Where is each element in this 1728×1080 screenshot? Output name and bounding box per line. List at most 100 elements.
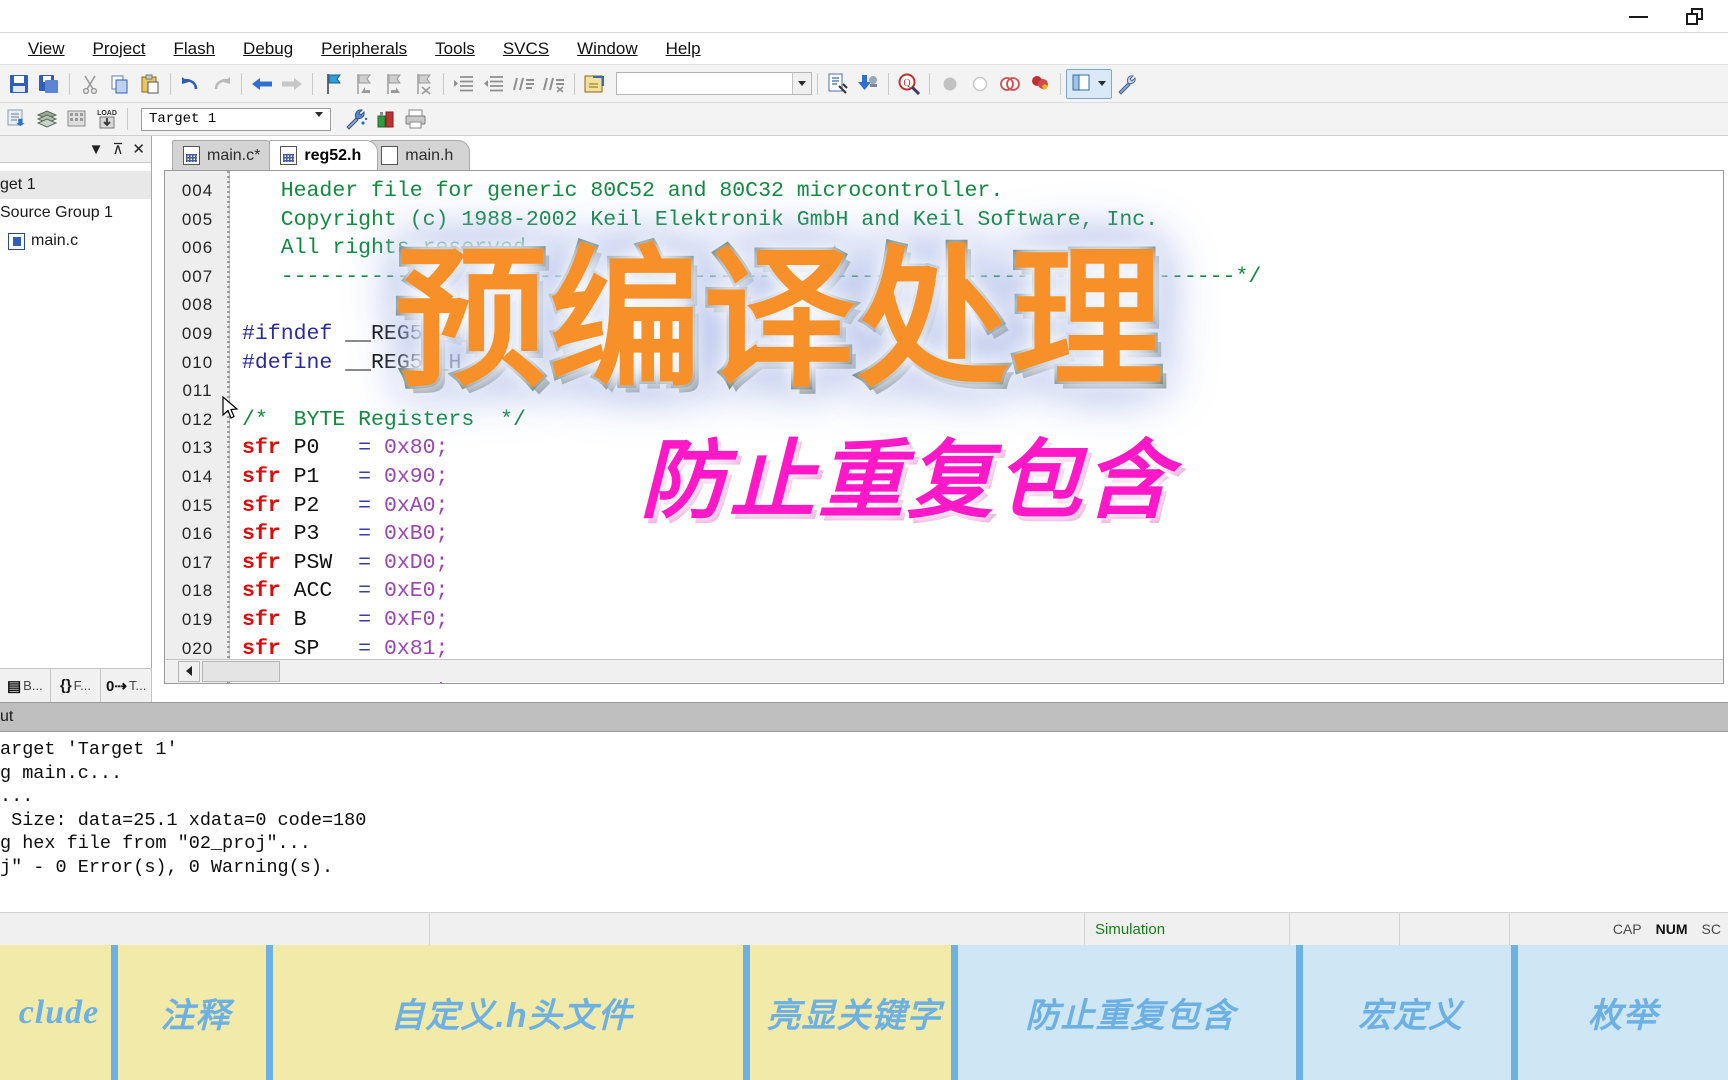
code-text: sfr P2 = 0xA0; [230, 492, 448, 521]
bookmark-toggle-icon[interactable] [318, 69, 348, 99]
paste-icon[interactable] [135, 69, 165, 99]
code-token: = [358, 436, 384, 461]
target-select[interactable]: Target 1 [141, 107, 331, 133]
indent-icon[interactable] [449, 69, 479, 99]
cut-icon[interactable] [75, 69, 105, 99]
code-token: sfr [242, 607, 281, 632]
open-file-icon[interactable] [580, 69, 610, 99]
caption-segment-label: clude [18, 993, 100, 1031]
find-in-files-icon[interactable]: Q [894, 69, 924, 99]
close-icon[interactable]: ✕ [132, 142, 145, 157]
copy-icon[interactable] [105, 69, 135, 99]
breakpoint-empty-icon[interactable] [965, 69, 995, 99]
editor-horizontal-scrollbar[interactable] [166, 659, 1723, 682]
menu-peripherals[interactable]: Peripherals [307, 37, 421, 61]
scroll-left-button[interactable] [178, 660, 200, 682]
menu-flash[interactable]: Flash [159, 37, 229, 61]
editor-tab-mainh-label: main.h [405, 146, 454, 164]
project-pane-tabs: ▤ B... {} F... 0⇢ T... [0, 668, 153, 703]
line-number: 014 [181, 466, 214, 486]
save-all-icon[interactable] [34, 69, 64, 99]
menu-flash-label: Flash [173, 38, 216, 58]
line-number: 007 [181, 266, 214, 286]
build-icon[interactable] [32, 104, 62, 134]
restore-button[interactable] [1666, 0, 1722, 33]
tab-functions[interactable]: {} F... [51, 668, 102, 703]
menu-view[interactable]: View [14, 37, 79, 61]
find-combo[interactable] [616, 72, 812, 95]
tab-project[interactable]: ▤ B... [0, 668, 51, 703]
navigate-back-icon[interactable] [247, 69, 277, 99]
caption-segment: 防止重复包含 [958, 945, 1303, 1080]
outdent-icon[interactable] [479, 69, 509, 99]
code-token: = [358, 464, 384, 489]
tab-project-label: B... [23, 678, 43, 693]
manage-project-icon[interactable] [371, 104, 401, 134]
undo-icon[interactable] [176, 69, 206, 99]
comment-icon[interactable] [509, 69, 539, 99]
menu-svcs[interactable]: SVCS [489, 37, 563, 61]
menu-project[interactable]: Project [79, 37, 160, 61]
tree-item-source-group[interactable]: Source Group 1 [0, 199, 151, 227]
editor-tab-mainc[interactable]: main.c* [172, 140, 278, 170]
chevron-down-icon[interactable] [792, 73, 811, 94]
minimize-button[interactable] [1610, 0, 1666, 33]
c-file-icon [183, 146, 200, 165]
chevron-down-icon[interactable]: ▼ [89, 142, 104, 157]
breakpoint-kill-icon[interactable] [995, 69, 1025, 99]
navigate-forward-icon[interactable] [277, 69, 307, 99]
minimize-icon [1628, 15, 1648, 18]
menu-window[interactable]: Window [563, 37, 651, 61]
code-line: 016 sfr P3 = 0xB0; [165, 520, 1723, 549]
caption-segment: 注释 [118, 945, 273, 1080]
menu-debug[interactable]: Debug [229, 37, 307, 61]
toolbar-separator [817, 72, 818, 95]
code-text: sfr B = 0xF0; [230, 606, 448, 635]
editor-tab-mainh[interactable]: main.h [370, 140, 471, 170]
breakpoint-all-icon[interactable] [1025, 69, 1055, 99]
editor-tabstrip: main.c* reg52.h main.h [152, 136, 1728, 170]
uncomment-icon[interactable] [539, 69, 569, 99]
menu-tools[interactable]: Tools [421, 37, 489, 61]
caption-segment: 自定义.h头文件 [273, 945, 750, 1080]
configure-icon[interactable] [1112, 69, 1142, 99]
code-token: __REG52_H__ [332, 321, 488, 346]
code-editor[interactable]: 004 Header file for generic 80C52 and 80… [164, 170, 1724, 684]
tree-item-target[interactable]: get 1 [0, 171, 151, 199]
bookmark-clear-icon[interactable] [408, 69, 438, 99]
code-token: /* BYTE Registers */ [242, 407, 526, 432]
code-token: sfr [242, 436, 281, 461]
rebuild-icon[interactable] [62, 104, 92, 134]
translate-icon[interactable] [2, 104, 32, 134]
scroll-thumb[interactable] [202, 660, 280, 682]
window-layout-icon[interactable] [1066, 68, 1112, 99]
batch-build-icon[interactable]: LOAD [92, 104, 122, 134]
target-options-icon[interactable] [341, 104, 371, 134]
code-line: 014 sfr P1 = 0x90; [165, 463, 1723, 492]
build-file-icon[interactable] [823, 69, 853, 99]
redo-icon[interactable] [206, 69, 236, 99]
keil-uvision-window: View Project Flash Debug Peripherals Too… [0, 0, 1728, 1080]
save-icon[interactable] [4, 69, 34, 99]
h-file-icon [280, 146, 298, 165]
code-line: 009 #ifndef __REG52_H__ [165, 320, 1723, 349]
code-line: 005 Copyright (c) 1988-2002 Keil Elektro… [165, 206, 1723, 235]
print-icon[interactable] [401, 104, 431, 134]
tab-templates[interactable]: 0⇢ T... [101, 668, 153, 703]
bookmark-prev-icon[interactable] [348, 69, 378, 99]
line-number: 010 [181, 352, 214, 372]
breakpoint-disabled-icon[interactable] [935, 69, 965, 99]
code-token: P1 [280, 464, 359, 489]
title-bar [0, 0, 1728, 33]
menu-help[interactable]: Help [652, 37, 715, 61]
build-target-icon[interactable] [853, 69, 883, 99]
tree-item-mainc[interactable]: main.c [0, 227, 151, 255]
chevron-down-icon[interactable] [315, 111, 323, 133]
bookmark-next-icon[interactable] [378, 69, 408, 99]
c-file-icon [8, 232, 25, 250]
pin-icon[interactable]: ⊼ [112, 142, 123, 157]
line-number: 016 [181, 524, 214, 544]
build-output-line: g main.c... [0, 762, 123, 784]
editor-tab-reg52h[interactable]: reg52.h [269, 140, 379, 170]
caption-segment: 枚举 [1518, 945, 1728, 1080]
